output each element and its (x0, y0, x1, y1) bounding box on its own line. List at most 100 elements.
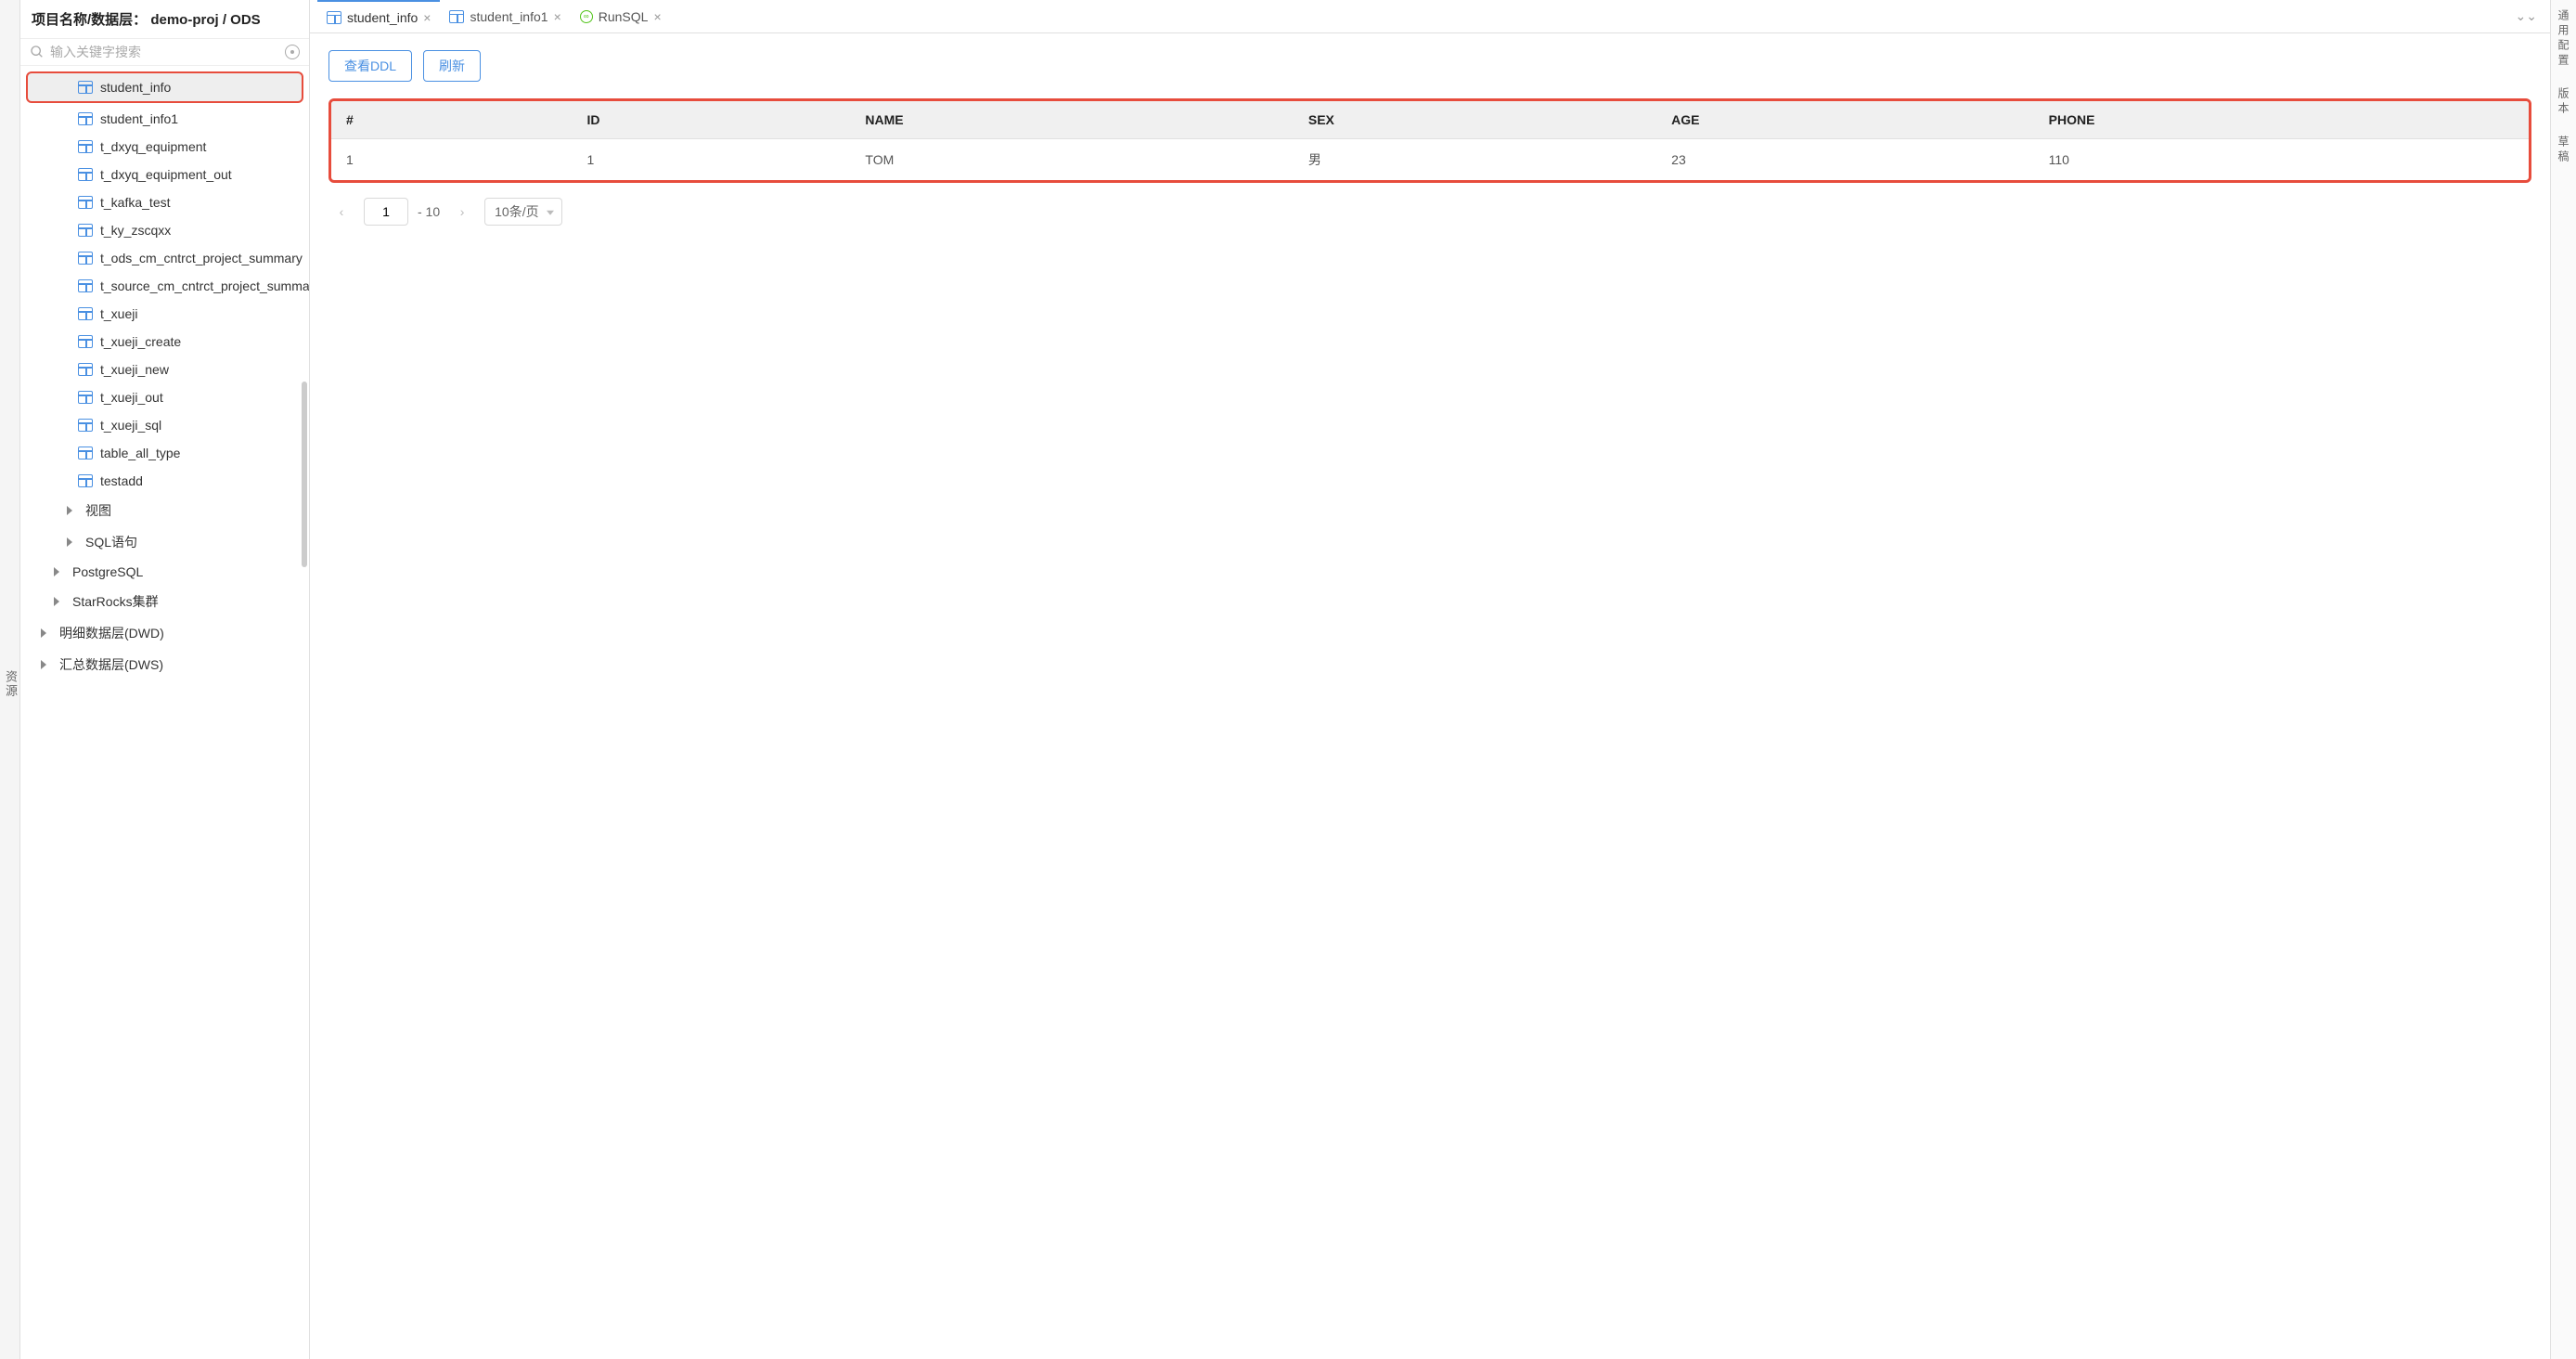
tree-table-item[interactable]: t_dxyq_equipment (20, 133, 309, 161)
tree-table-item[interactable]: t_xueji_out (20, 383, 309, 411)
table-icon (327, 11, 341, 24)
tree-item-label: t_xueji_sql (100, 418, 161, 433)
table-header-cell: AGE (1656, 101, 2033, 139)
tree-folder-item[interactable]: StarRocks集群 (20, 586, 309, 617)
tab-label: student_info (347, 10, 418, 25)
table-cell: 男 (1294, 139, 1656, 181)
scrollbar[interactable] (302, 382, 307, 567)
left-tab-resource[interactable]: 资源 (0, 0, 20, 1359)
caret-icon (67, 506, 72, 515)
tree-item-label: student_info1 (100, 111, 178, 126)
tree-item-label: t_xueji (100, 306, 137, 321)
table-cell: 110 (2034, 139, 2529, 181)
tree-item-label: t_xueji_new (100, 362, 169, 377)
sql-icon: ∞ (580, 10, 593, 23)
pagination: ‹ - 10 › 10条/页 (328, 198, 2531, 226)
tree-folder-item[interactable]: PostgreSQL (20, 558, 309, 586)
tree-item-label: table_all_type (100, 446, 180, 460)
table-icon (78, 140, 93, 153)
editor-tab[interactable]: ∞ RunSQL × (571, 0, 671, 32)
tree-folder-label: SQL语句 (85, 533, 137, 551)
table-icon (78, 474, 93, 487)
tree-item-label: t_ky_zscqxx (100, 223, 171, 238)
caret-icon (67, 537, 72, 547)
table-icon (78, 81, 93, 94)
content-area: 查看DDL 刷新 #IDNAMESEXAGEPHONE 11TOM男23110 … (310, 33, 2550, 1359)
tabs-collapse-icon[interactable]: ⌄⌄ (2510, 8, 2543, 24)
main-area: student_info × student_info1 × ∞ RunSQL × ⌄⌄ 查看… (310, 0, 2550, 1359)
tree-table-item[interactable]: student_info1 (20, 105, 309, 133)
tree-item-label: t_ods_cm_cntrct_project_summary (100, 251, 303, 265)
table-header-cell: NAME (850, 101, 1293, 139)
tree-item-label: t_xueji_create (100, 334, 181, 349)
toolbar: 查看DDL 刷新 (328, 50, 2531, 82)
table-header-cell: PHONE (2034, 101, 2529, 139)
tree-item-label: t_xueji_out (100, 390, 163, 405)
tab-label: RunSQL (599, 9, 649, 24)
tree-table-item[interactable]: t_kafka_test (20, 188, 309, 216)
close-icon[interactable]: × (423, 10, 431, 25)
tab-label: student_info1 (470, 9, 547, 24)
tree-item-label: t_kafka_test (100, 195, 171, 210)
tree-item-label: t_dxyq_equipment_out (100, 167, 232, 182)
table-icon (78, 224, 93, 237)
table-header-cell: ID (572, 101, 850, 139)
table-icon (78, 112, 93, 125)
table-cell: 23 (1656, 139, 2033, 181)
tree-item-label: t_source_cm_cntrct_project_summary (100, 278, 309, 293)
table-icon (78, 196, 93, 209)
tree-table-item[interactable]: student_info (26, 71, 303, 103)
tree-table-item[interactable]: t_ky_zscqxx (20, 216, 309, 244)
right-rail: 通用配置版本草稿 (2550, 0, 2576, 1359)
table-header-cell: SEX (1294, 101, 1656, 139)
tree-table-item[interactable]: testadd (20, 467, 309, 495)
right-rail-item[interactable]: 草稿 (2556, 136, 2571, 165)
tree-table-item[interactable]: t_source_cm_cntrct_project_summary (20, 272, 309, 300)
editor-tab[interactable]: student_info × (317, 0, 440, 32)
tree-item-label: student_info (100, 80, 171, 95)
tree-table-item[interactable]: t_ods_cm_cntrct_project_summary (20, 244, 309, 272)
tree-table-item[interactable]: t_xueji_sql (20, 411, 309, 439)
data-table: #IDNAMESEXAGEPHONE 11TOM男23110 (331, 101, 2529, 180)
table-cell: 1 (331, 139, 572, 181)
right-rail-item[interactable]: 版本 (2556, 87, 2571, 117)
page-size-select[interactable]: 10条/页 (484, 198, 561, 226)
caret-icon (41, 660, 46, 669)
close-icon[interactable]: × (653, 9, 661, 24)
table-icon (78, 363, 93, 376)
tree-folder-label: 明细数据层(DWD) (59, 624, 164, 642)
caret-icon (41, 628, 46, 638)
table-cell: 1 (572, 139, 850, 181)
table-row[interactable]: 11TOM男23110 (331, 139, 2529, 181)
tree-item-label: testadd (100, 473, 143, 488)
table-icon (78, 279, 93, 292)
page-total: - 10 (418, 204, 440, 219)
tree-table-item[interactable]: table_all_type (20, 439, 309, 467)
view-ddl-button[interactable]: 查看DDL (328, 50, 412, 82)
tree-folder-label: 汇总数据层(DWS) (59, 655, 163, 674)
sidebar-header: 项目名称/数据层： demo-proj / ODS (20, 0, 309, 39)
close-icon[interactable]: × (554, 9, 561, 24)
editor-tab[interactable]: student_info1 × (440, 0, 570, 32)
next-page-button[interactable]: › (449, 199, 475, 225)
tree-table-item[interactable]: t_xueji_create (20, 328, 309, 356)
tree-table-item[interactable]: t_dxyq_equipment_out (20, 161, 309, 188)
tree-folder-item[interactable]: 汇总数据层(DWS) (20, 649, 309, 680)
search-input[interactable] (50, 45, 279, 59)
tree-folder-label: 视图 (85, 501, 111, 520)
table-header-cell: # (331, 101, 572, 139)
tree-folder-label: PostgreSQL (72, 564, 143, 579)
tree-table-item[interactable]: t_xueji (20, 300, 309, 328)
tree-folder-item[interactable]: SQL语句 (20, 526, 309, 558)
page-input[interactable] (364, 198, 408, 226)
table-icon (78, 307, 93, 320)
table-icon (78, 168, 93, 181)
tree-folder-item[interactable]: 明细数据层(DWD) (20, 617, 309, 649)
right-rail-item[interactable]: 通用配置 (2556, 9, 2571, 69)
locate-icon[interactable] (285, 45, 300, 59)
prev-page-button[interactable]: ‹ (328, 199, 354, 225)
tree-folder-item[interactable]: 视图 (20, 495, 309, 526)
tree-table-item[interactable]: t_xueji_new (20, 356, 309, 383)
table-icon (78, 335, 93, 348)
refresh-button[interactable]: 刷新 (423, 50, 481, 82)
